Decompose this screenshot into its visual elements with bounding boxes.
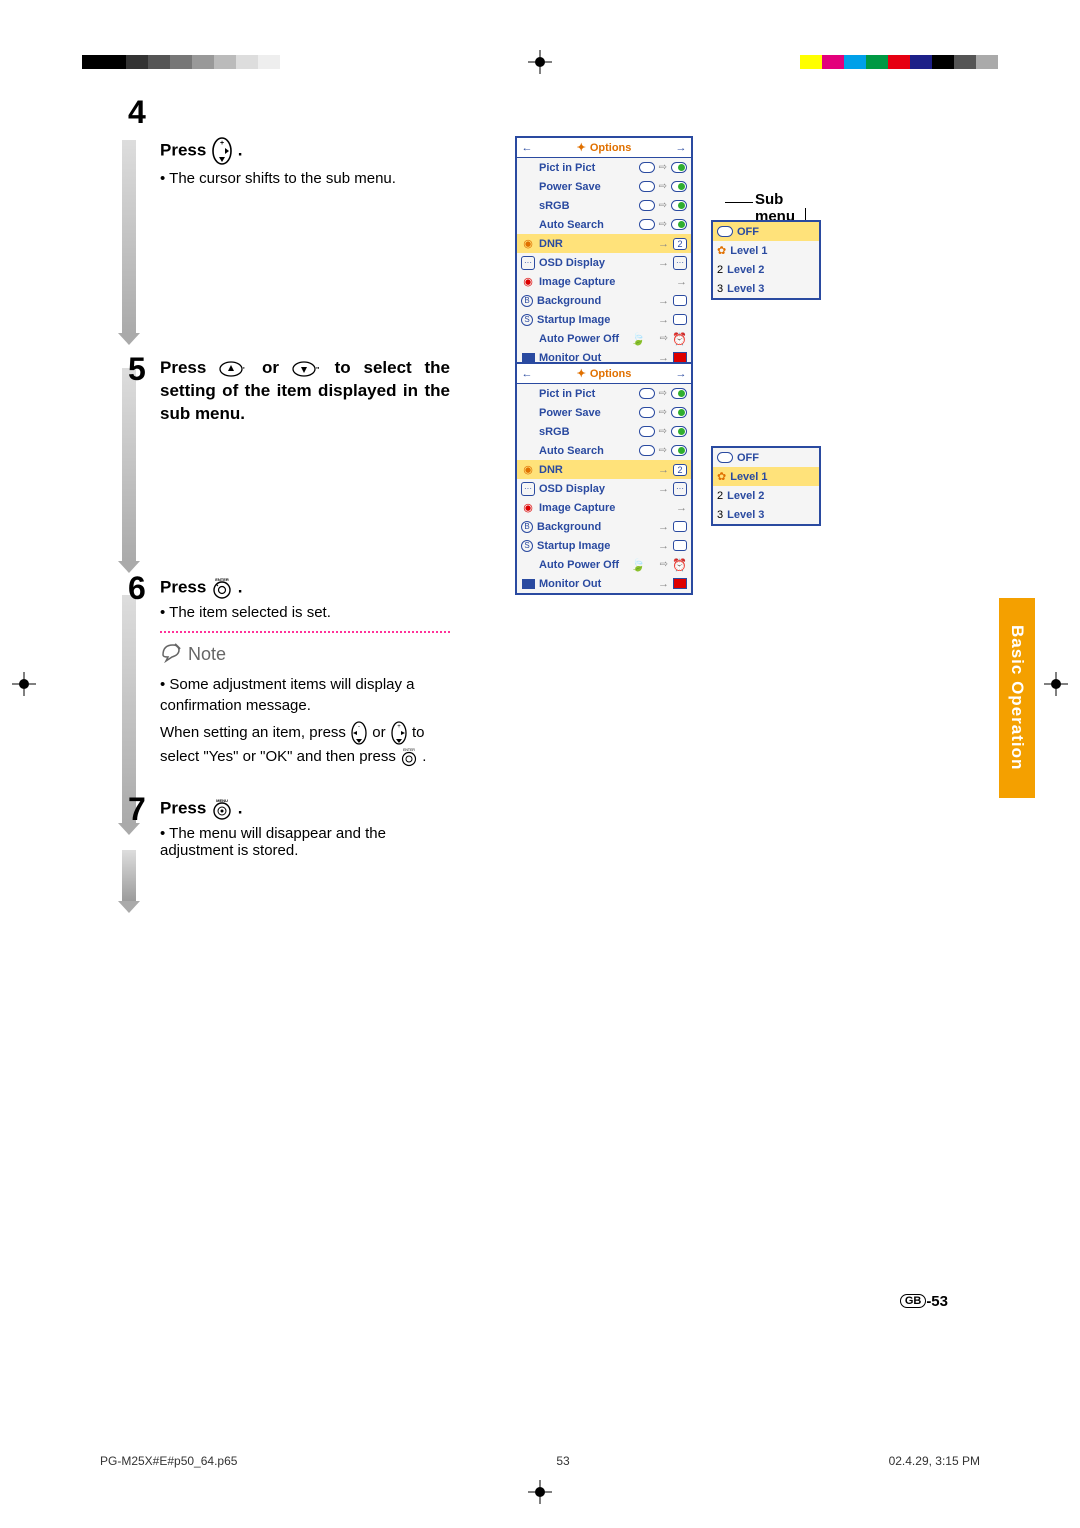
footer-page: 53 (556, 1454, 569, 1468)
crosshair-right (1044, 672, 1068, 696)
osd-row: ◉DNR→2 (517, 234, 691, 253)
enter-button-icon: ENTER (400, 747, 418, 767)
svg-text:+: + (220, 140, 224, 147)
note-heading: Note (160, 641, 450, 668)
submenu-row: ✿Level 1 (713, 241, 819, 260)
osd-row: Monitor Out→ (517, 574, 691, 593)
left-arrow-icon: ← (517, 142, 537, 154)
step-number: 5 (128, 351, 146, 388)
page-number: GB-53 (900, 1293, 948, 1310)
crosshair-left (12, 672, 36, 696)
side-tab-label: Basic Operation (1007, 625, 1027, 770)
right-arrow-icon: → (671, 368, 691, 380)
osd-screenshot-2: ← ✦Options → Pict in Pict⇨Power Save⇨sRG… (515, 362, 693, 595)
svg-text:": " (316, 367, 319, 374)
submenu-row: 2Level 2 (713, 260, 819, 279)
osd-row: Power Save⇨ (517, 177, 691, 196)
enter-button-icon: ENTER (211, 576, 233, 600)
submenu-row: 2Level 2 (713, 486, 819, 505)
submenu-row: 3Level 3 (713, 279, 819, 298)
osd-row: sRGB⇨ (517, 196, 691, 215)
step-number: 7 (128, 791, 146, 828)
osd-row: ···OSD Display→··· (517, 253, 691, 272)
osd-row: Auto Search⇨ (517, 441, 691, 460)
osd-header: ← ✦Options → (517, 138, 691, 158)
crosshair-bottom (528, 1480, 552, 1504)
osd-header: ← ✦Options → (517, 364, 691, 384)
submenu-row: ✿Level 1 (713, 467, 819, 486)
footer-filename: PG-M25X#E#p50_64.p65 (100, 1454, 237, 1468)
step-headline: Press ' or " to select the setting of th… (160, 357, 450, 426)
osd-menu: ← ✦Options → Pict in Pict⇨Power Save⇨sRG… (515, 362, 693, 595)
svg-text:ENTER: ENTER (403, 748, 415, 752)
color-swatches (800, 55, 998, 69)
right-arrow-icon: → (671, 142, 691, 154)
svg-text:MENU: MENU (216, 798, 228, 803)
down-button-icon: " (292, 360, 322, 378)
left-arrow-icon: ← (517, 368, 537, 380)
step-bullet: The cursor shifts to the sub menu. (160, 170, 450, 187)
svg-text:': ' (243, 367, 245, 374)
osd-screenshot-1: ← ✦Options → Pict in Pict⇨Power Save⇨sRG… (515, 136, 693, 369)
submenu-row: OFF (713, 448, 819, 467)
page-content: Basic Operation 4 Press + . The cursor s… (100, 100, 980, 1420)
right-nav-icon: + (211, 136, 233, 166)
svg-text:+: + (397, 724, 401, 730)
osd-menu: ← ✦Options → Pict in Pict⇨Power Save⇨sRG… (515, 136, 693, 369)
svg-text:-: - (358, 724, 360, 730)
step-headline: Press + . (160, 136, 450, 166)
submenu-row: 3Level 3 (713, 505, 819, 524)
osd-row: ◉Image Capture→ (517, 272, 691, 291)
submenu-row: OFF (713, 222, 819, 241)
osd-submenu: OFF✿Level 12Level 23Level 3 (711, 446, 821, 526)
left-nav-icon: - (350, 720, 368, 746)
osd-row: Power Save⇨ (517, 403, 691, 422)
crosshair-top (528, 50, 552, 74)
osd-row: Pict in Pict⇨ (517, 384, 691, 403)
osd-row: sRGB⇨ (517, 422, 691, 441)
osd-row: SStartup Image→ (517, 310, 691, 329)
osd-row: Pict in Pict⇨ (517, 158, 691, 177)
step-bullet: The menu will disappear and the adjustme… (160, 825, 450, 859)
print-footer: PG-M25X#E#p50_64.p65 53 02.4.29, 3:15 PM (100, 1454, 980, 1468)
step-headline: Press MENU . (160, 797, 450, 821)
right-nav-icon: + (390, 720, 408, 746)
step-number: 4 (128, 94, 146, 131)
step-number: 6 (128, 570, 146, 607)
menu-button-icon: MENU (211, 797, 233, 821)
osd-row: ···OSD Display→··· (517, 479, 691, 498)
step-bullet: The item selected is set. (160, 604, 450, 621)
note-title: Note (188, 644, 226, 665)
footer-datetime: 02.4.29, 3:15 PM (889, 1454, 980, 1468)
step-headline: Press ENTER . (160, 576, 450, 600)
up-button-icon: ' (219, 360, 249, 378)
osd-row: BBackground→ (517, 517, 691, 536)
side-tab: Basic Operation (999, 598, 1035, 798)
osd-submenu: OFF✿Level 12Level 23Level 3 (711, 220, 821, 300)
dotted-separator (160, 631, 450, 633)
step-7: 7 Press MENU . The menu will disappear a… (100, 797, 980, 859)
osd-row: Auto Search⇨ (517, 215, 691, 234)
note-icon (160, 641, 182, 668)
svg-text:ENTER: ENTER (215, 577, 229, 582)
osd-row: SStartup Image→ (517, 536, 691, 555)
osd-row: BBackground→ (517, 291, 691, 310)
osd-row: Auto Power Off🍃⇨⏰ (517, 555, 691, 574)
note-body: Some adjustment items will display a con… (160, 674, 450, 767)
osd-row: ◉DNR→2 (517, 460, 691, 479)
step-6: 6 Press ENTER . The item selected is set… (100, 576, 980, 767)
bw-swatches (82, 55, 280, 69)
osd-row: ◉Image Capture→ (517, 498, 691, 517)
osd-row: Auto Power Off🍃⇨⏰ (517, 329, 691, 348)
